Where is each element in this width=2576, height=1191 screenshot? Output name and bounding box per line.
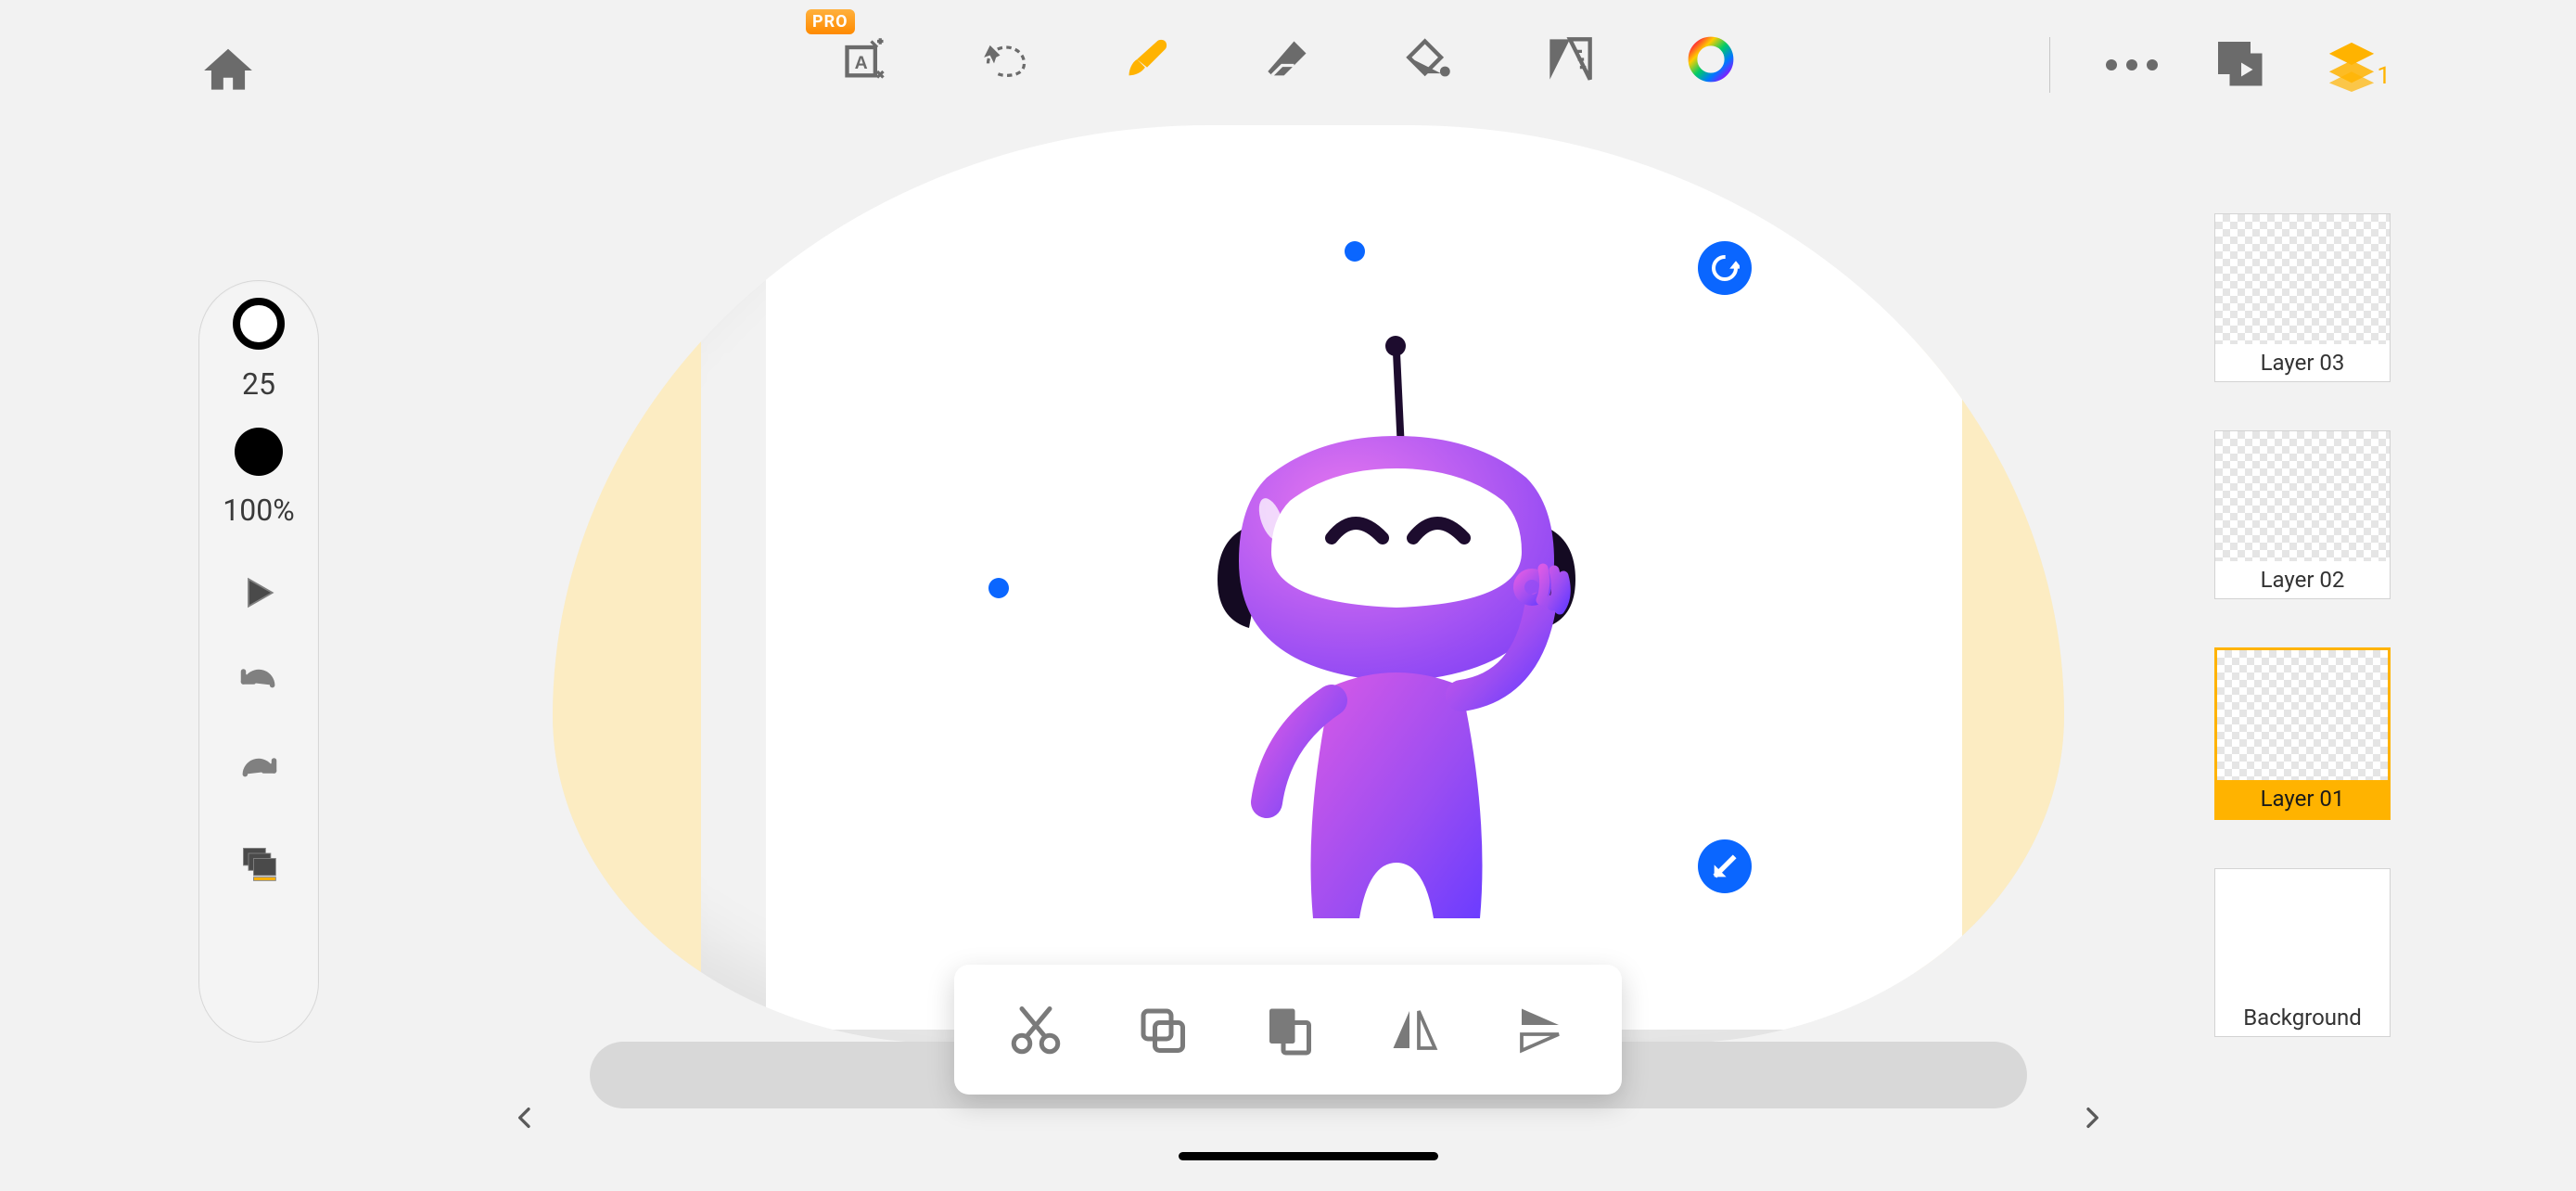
play-frames-button[interactable] bbox=[2213, 37, 2269, 93]
play-button[interactable] bbox=[231, 565, 287, 621]
tool-row: PRO A bbox=[832, 26, 1744, 93]
pro-badge: PRO bbox=[806, 9, 855, 34]
flip-horizontal-icon bbox=[1386, 1002, 1442, 1057]
eraser-icon bbox=[1264, 35, 1312, 83]
paste-button[interactable] bbox=[1251, 992, 1325, 1067]
selection-context-bar bbox=[954, 965, 1622, 1095]
layer-tile[interactable]: Layer 03 bbox=[2214, 213, 2391, 382]
layer-tile[interactable]: Layer 01 bbox=[2214, 647, 2391, 820]
brush-size-control[interactable] bbox=[233, 298, 285, 350]
rotate-icon bbox=[1710, 253, 1740, 283]
flip-horizontal-button[interactable] bbox=[1377, 992, 1451, 1067]
svg-text:A: A bbox=[855, 53, 868, 73]
divider bbox=[2049, 37, 2050, 93]
redo-icon bbox=[238, 750, 279, 791]
canvas-artwork[interactable] bbox=[1192, 320, 1600, 969]
chevron-left-icon bbox=[510, 1103, 540, 1133]
frames-button[interactable] bbox=[231, 836, 287, 891]
text-tool-button[interactable]: PRO A bbox=[832, 26, 899, 93]
home-icon bbox=[199, 42, 257, 99]
play-icon bbox=[238, 572, 279, 613]
copy-icon bbox=[1134, 1002, 1190, 1057]
layer-label: Background bbox=[2215, 999, 2390, 1036]
undo-button[interactable] bbox=[231, 654, 287, 710]
layers-panel-button[interactable]: 1 bbox=[2325, 38, 2391, 92]
copy-button[interactable] bbox=[1125, 992, 1199, 1067]
text-tool-icon: A bbox=[841, 35, 889, 83]
scale-icon bbox=[1710, 852, 1740, 881]
top-right-controls: 1 bbox=[2049, 37, 2391, 93]
brush-icon bbox=[1123, 35, 1171, 83]
scissors-icon bbox=[1008, 1002, 1064, 1057]
redo-button[interactable] bbox=[231, 743, 287, 799]
layers-icon bbox=[2325, 38, 2378, 92]
layer-tile[interactable]: Background bbox=[2214, 868, 2391, 1037]
paint-bucket-icon bbox=[1405, 35, 1453, 83]
layer-thumbnail bbox=[2215, 214, 2390, 344]
ruler-icon bbox=[1546, 35, 1594, 83]
flip-vertical-icon bbox=[1512, 1002, 1568, 1057]
layer-thumbnail bbox=[2217, 650, 2388, 780]
layer-thumbnail bbox=[2215, 869, 2390, 999]
scale-handle[interactable] bbox=[1698, 839, 1752, 893]
brush-tool-button[interactable] bbox=[1114, 26, 1180, 93]
left-tool-pod: 25 100% bbox=[198, 280, 319, 1043]
lasso-select-icon bbox=[982, 35, 1030, 83]
chevron-right-icon bbox=[2077, 1103, 2107, 1133]
flip-vertical-button[interactable] bbox=[1503, 992, 1577, 1067]
ruler-tool-button[interactable] bbox=[1537, 26, 1603, 93]
layer-label: Layer 03 bbox=[2215, 344, 2390, 381]
opacity-label: 100% bbox=[223, 493, 294, 528]
color-wheel-icon bbox=[1687, 35, 1735, 83]
lasso-tool-button[interactable] bbox=[973, 26, 1039, 93]
paste-icon bbox=[1260, 1002, 1316, 1057]
previous-frame-button[interactable] bbox=[506, 1099, 543, 1136]
layers-panel: Layer 03 Layer 02 Layer 01 Background bbox=[2214, 213, 2392, 1037]
undo-icon bbox=[238, 661, 279, 702]
next-frame-button[interactable] bbox=[2073, 1099, 2111, 1136]
layer-label: Layer 02 bbox=[2215, 561, 2390, 598]
layer-thumbnail bbox=[2215, 431, 2390, 561]
top-toolbar: PRO A bbox=[0, 0, 2576, 121]
robot-illustration bbox=[1192, 320, 1600, 969]
drawing-canvas[interactable] bbox=[766, 125, 1962, 1030]
color-wheel-button[interactable] bbox=[1677, 26, 1744, 93]
more-options-button[interactable] bbox=[2106, 59, 2158, 70]
fill-tool-button[interactable] bbox=[1396, 26, 1462, 93]
home-button[interactable] bbox=[195, 37, 261, 104]
cut-button[interactable] bbox=[999, 992, 1073, 1067]
prev-frame-hint bbox=[553, 125, 701, 1044]
color-opacity-control[interactable] bbox=[235, 428, 283, 476]
layers-count: 1 bbox=[2377, 62, 2391, 90]
home-indicator bbox=[1179, 1152, 1438, 1160]
onion-skin-backdrop bbox=[553, 125, 2064, 1044]
frames-icon bbox=[238, 843, 279, 884]
layer-label: Layer 01 bbox=[2217, 780, 2388, 817]
selection-handle-top[interactable] bbox=[1345, 241, 1365, 262]
rotate-handle[interactable] bbox=[1698, 241, 1752, 295]
selection-handle-left[interactable] bbox=[988, 578, 1009, 598]
eraser-tool-button[interactable] bbox=[1255, 26, 1321, 93]
layer-tile[interactable]: Layer 02 bbox=[2214, 430, 2391, 599]
play-frames-icon bbox=[2213, 37, 2269, 93]
brush-size-label: 25 bbox=[242, 366, 275, 402]
